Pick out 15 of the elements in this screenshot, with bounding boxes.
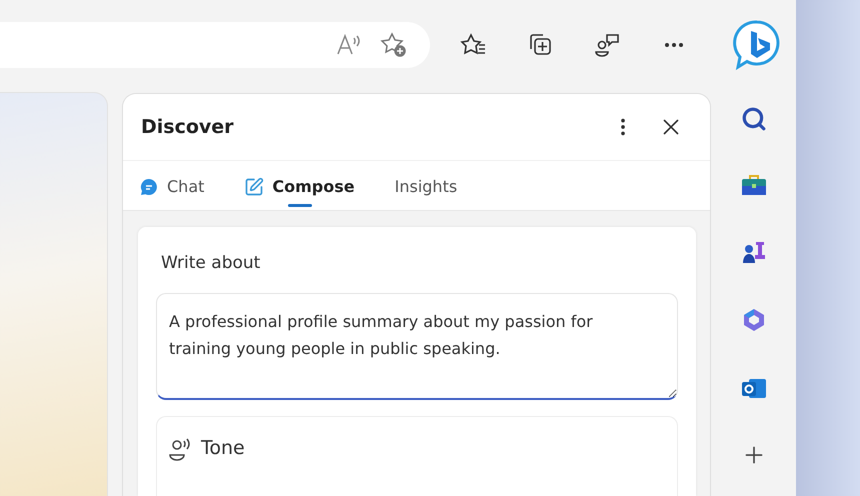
read-aloud-icon	[336, 33, 362, 57]
tab[interactable]: Chat	[139, 168, 204, 207]
panel-title: Discover	[141, 116, 235, 138]
people-chat-icon	[592, 31, 622, 59]
chat-bubble-icon	[139, 176, 159, 197]
add-favorite-icon	[380, 31, 408, 59]
input-field[interactable]: A professional profile summary about my passion for training young people in public speaking.	[156, 293, 678, 400]
compose-icon	[244, 176, 264, 197]
tab[interactable]: Insights	[394, 169, 458, 206]
field-label: Write about	[161, 253, 262, 273]
tab[interactable]: Compose	[244, 168, 355, 207]
search-icon[interactable]	[740, 106, 766, 132]
chat-logo-icon	[732, 19, 782, 71]
tone-label: Tone	[201, 437, 245, 459]
toolbox-icon	[740, 172, 768, 198]
